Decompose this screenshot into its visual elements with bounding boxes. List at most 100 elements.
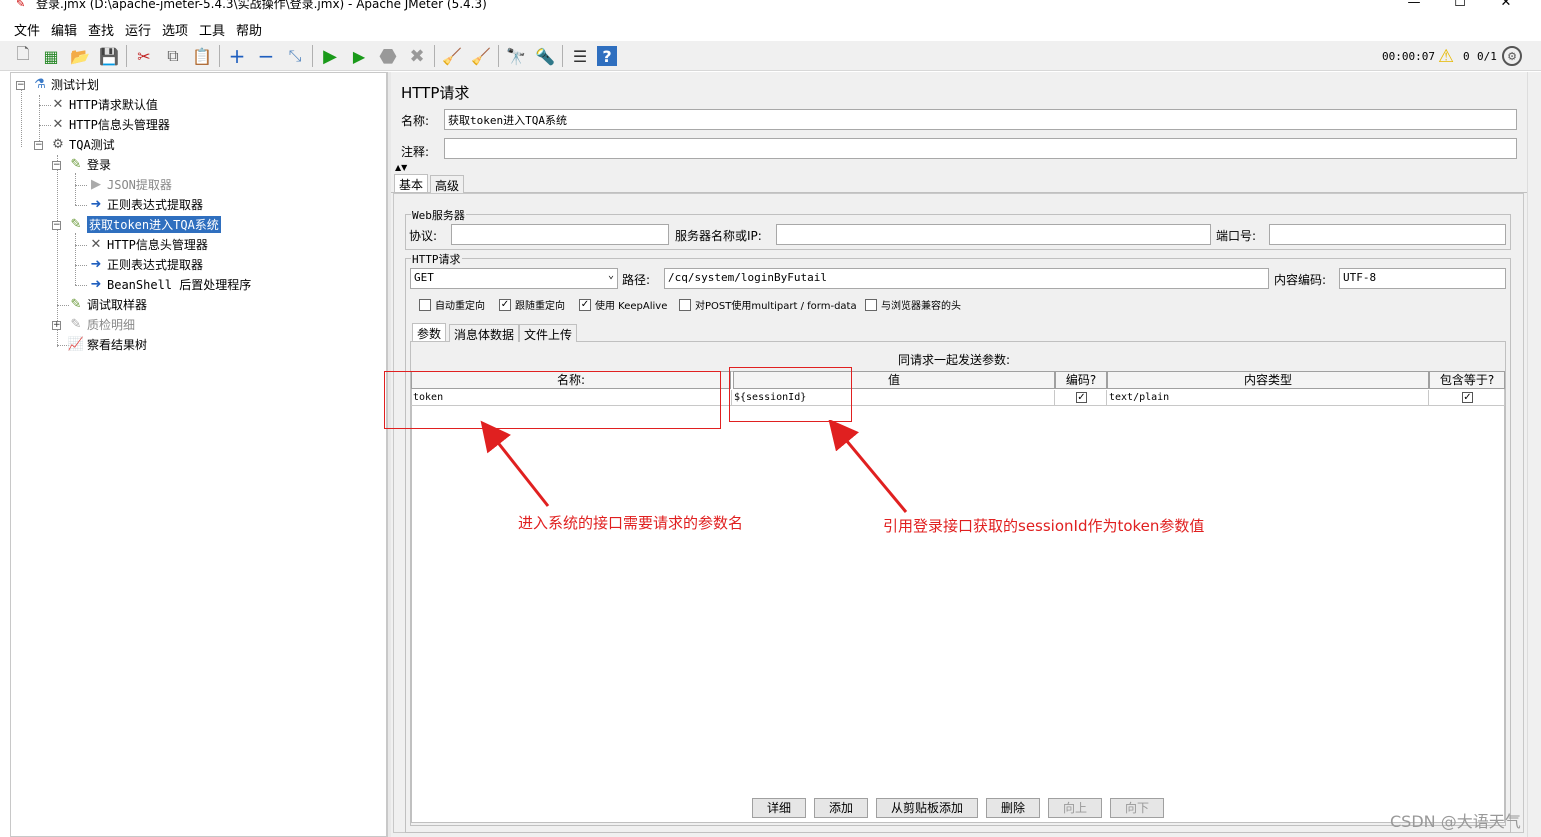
collapse-test-plan[interactable]: − [16, 81, 25, 90]
expand-quality-detail[interactable]: + [52, 321, 61, 330]
tree-node-http-header-manager[interactable]: ✕ HTTP信息头管理器 [49, 115, 170, 134]
menu-search[interactable]: 查找 [88, 20, 114, 39]
chart-icon: 📈 [67, 337, 85, 352]
move-down-button[interactable]: 向下 [1110, 798, 1164, 818]
window-title: 登录.jmx (D:\apache-jmeter-5.4.3\实战操作\登录.j… [36, 0, 487, 11]
cut-icon[interactable]: ✂ [132, 44, 156, 68]
expand-all-icon[interactable]: + [225, 44, 249, 68]
tree-node-login[interactable]: ✎ 登录 [67, 155, 111, 174]
wrench-icon: ✕ [52, 117, 64, 132]
extractor-icon: ➜ [90, 257, 102, 272]
col-content-type[interactable]: 内容类型 [1107, 371, 1429, 389]
watermark: CSDN @大语天气 [1390, 812, 1521, 831]
maximize-button[interactable]: ☐ [1450, 0, 1470, 10]
protocol-field[interactable] [451, 224, 669, 245]
move-up-button[interactable]: 向上 [1048, 798, 1102, 818]
tab-body-data[interactable]: 消息体数据 [449, 324, 520, 342]
paste-icon[interactable]: 📋 [190, 44, 214, 68]
highlight-value-box [729, 367, 852, 422]
collapse-get-token[interactable]: − [52, 221, 61, 230]
tab-file-upload[interactable]: 文件上传 [519, 324, 578, 342]
search-icon[interactable]: 🔭 [504, 44, 528, 68]
row-content-type[interactable]: text/plain [1107, 390, 1429, 406]
pencil-icon: ✎ [70, 157, 82, 172]
detail-button[interactable]: 详细 [752, 798, 806, 818]
tree-node-regex-extractor[interactable]: ➜ 正则表达式提取器 [87, 195, 203, 214]
tree-node-get-token[interactable]: ✎ 获取token进入TQA系统 [67, 215, 221, 234]
clear-all-icon[interactable]: 🧹 [469, 44, 493, 68]
collapse-login[interactable]: − [52, 161, 61, 170]
remote-status-icon[interactable]: ⚙ [1502, 46, 1522, 66]
pencil-icon: ✎ [70, 217, 82, 232]
tree-node-quality-detail[interactable]: ✎ 质检明细 [67, 315, 135, 334]
tree-node-thread-group[interactable]: ⚙ TQA测试 [49, 135, 115, 154]
right-scrollbar[interactable] [1527, 72, 1541, 837]
tree-node-result-tree[interactable]: 📈 察看结果树 [67, 335, 147, 354]
port-field[interactable] [1269, 224, 1506, 245]
name-field[interactable]: 获取token进入TQA系统 [444, 109, 1517, 130]
auto-redirect-checkbox[interactable]: 自动重定向 [419, 297, 485, 312]
tree-node-header-manager-2[interactable]: ✕ HTTP信息头管理器 [87, 235, 208, 254]
menu-file[interactable]: 文件 [14, 20, 40, 39]
path-label: 路径: [622, 273, 651, 287]
warning-icon[interactable]: ⚠ [1438, 46, 1454, 67]
start-no-pause-icon[interactable]: ▶ [347, 44, 371, 68]
new-icon[interactable]: 🗋 [11, 44, 35, 68]
open-icon[interactable]: 📂 [68, 44, 92, 68]
checkbox-checked-icon: ✓ [1462, 392, 1473, 403]
browser-headers-checkbox[interactable]: 与浏览器兼容的头 [865, 297, 961, 312]
path-field[interactable]: /cq/system/loginByFutail [664, 268, 1269, 289]
clear-icon[interactable]: 🧹 [440, 44, 464, 68]
tree-node-beanshell[interactable]: ➜ BeanShell 后置处理程序 [87, 275, 252, 294]
toggle-icon[interactable]: ⤡ [283, 44, 307, 68]
tree-node-http-defaults[interactable]: ✕ HTTP请求默认值 [49, 95, 158, 114]
menu-edit[interactable]: 编辑 [51, 20, 77, 39]
copy-icon[interactable]: ⧉ [161, 44, 185, 68]
encoding-field[interactable]: UTF-8 [1339, 268, 1506, 289]
tree-node-debug-sampler[interactable]: ✎ 调试取样器 [67, 295, 147, 314]
extractor-icon: ➜ [90, 277, 102, 292]
minimize-button[interactable]: — [1404, 0, 1424, 10]
tab-advanced[interactable]: 高级 [430, 175, 465, 193]
add-from-clipboard-button[interactable]: 从剪贴板添加 [876, 798, 978, 818]
keepalive-checkbox[interactable]: ✓ 使用 KeepAlive [579, 297, 667, 312]
chevron-down-icon: ⌄ [607, 270, 614, 281]
server-field[interactable] [776, 224, 1211, 245]
collapse-arrow-icon[interactable]: ▲▼ [395, 163, 407, 172]
page-title: HTTP请求 [401, 84, 470, 102]
tree-node-regex-extractor-2[interactable]: ➜ 正则表达式提取器 [87, 255, 203, 274]
close-button[interactable]: ✕ [1496, 0, 1516, 10]
tree-node-json-extractor[interactable]: ▶ JSON提取器 [87, 175, 172, 194]
menu-help[interactable]: 帮助 [236, 20, 262, 39]
checkbox-checked-icon: ✓ [1076, 392, 1087, 403]
server-label: 服务器名称或IP: [675, 229, 762, 243]
multipart-checkbox[interactable]: 对POST使用multipart / form-data [679, 297, 857, 312]
follow-redirect-checkbox[interactable]: ✓ 跟随重定向 [499, 297, 565, 312]
menu-tools[interactable]: 工具 [199, 20, 225, 39]
help-icon[interactable]: ? [597, 46, 617, 66]
function-helper-icon[interactable]: ☰ [568, 44, 592, 68]
shutdown-icon[interactable]: ✖ [405, 44, 429, 68]
col-encode[interactable]: 编码? [1055, 371, 1107, 389]
start-icon[interactable]: ▶ [318, 44, 342, 68]
reset-search-icon[interactable]: 🔦 [533, 44, 557, 68]
col-include-equals[interactable]: 包含等于? [1429, 371, 1505, 389]
comment-field[interactable] [444, 138, 1517, 159]
stop-icon[interactable]: ⬣ [376, 44, 400, 68]
add-button[interactable]: 添加 [814, 798, 868, 818]
method-select[interactable]: GET ⌄ [410, 268, 618, 289]
collapse-all-icon[interactable]: − [254, 44, 278, 68]
collapse-thread-group[interactable]: − [34, 141, 43, 150]
row-include-equals[interactable]: ✓ [1429, 390, 1505, 406]
tree-node-test-plan[interactable]: ⚗ 测试计划 [31, 75, 99, 94]
extractor-icon: ▶ [91, 177, 101, 192]
tab-parameters[interactable]: 参数 [412, 323, 447, 341]
save-icon[interactable]: 💾 [97, 44, 121, 68]
row-encode[interactable]: ✓ [1055, 390, 1107, 406]
templates-icon[interactable]: ▦ [39, 44, 63, 68]
wrench-icon: ✕ [90, 237, 102, 252]
delete-button[interactable]: 删除 [986, 798, 1040, 818]
menu-run[interactable]: 运行 [125, 20, 151, 39]
tab-basic[interactable]: 基本 [394, 174, 429, 192]
menu-options[interactable]: 选项 [162, 20, 188, 39]
